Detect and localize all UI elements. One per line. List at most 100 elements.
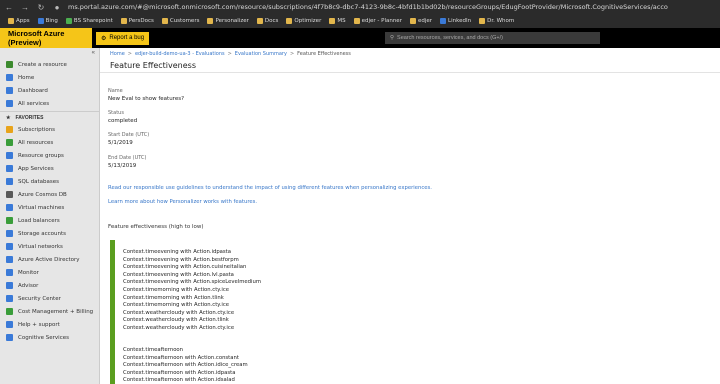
feature-item: Context.timeafternoon with Action.idpast… (123, 369, 236, 376)
list-icon (6, 100, 13, 107)
search-icon: ⚲ (390, 35, 395, 41)
collapse-sidebar-icon[interactable]: « (92, 50, 95, 56)
bookmark-label: MS (337, 18, 346, 24)
bookmark-item[interactable]: Dr. Whom (479, 18, 514, 24)
learn-more-link[interactable]: Learn more about how Personalizer works … (108, 199, 257, 205)
sidebar-item-label: Create a resource (18, 61, 67, 68)
sidebar-item-label: Azure Active Directory (18, 256, 80, 263)
back-icon[interactable]: ← (4, 3, 14, 12)
key-icon (6, 126, 13, 133)
folder-icon (120, 18, 127, 24)
bookmark-item[interactable]: LinkedIn (440, 18, 471, 24)
start-date-label: Start Date (UTC) (108, 132, 150, 138)
address-bar[interactable]: ms.portal.azure.com/#@microsoft.onmicros… (68, 3, 668, 11)
breadcrumb: Home > edjer-build-demo-ua-3 - Evaluations… (110, 51, 351, 57)
bookmark-item[interactable]: PersDocs (120, 18, 154, 24)
sidebar-item-advisor[interactable]: Advisor (0, 279, 99, 292)
name-label: Name (108, 88, 123, 94)
bookmark-item[interactable]: Docs (256, 18, 278, 24)
effectiveness-label: Feature effectiveness (high to low) (108, 224, 204, 230)
bookmark-item[interactable]: edjer (409, 18, 433, 24)
sidebar-item-label: Cognitive Services (18, 334, 69, 341)
azure-header: Microsoft Azure (Preview) ⚙ Report a bug… (0, 28, 720, 48)
folder-icon (161, 18, 168, 24)
sidebar-item-home[interactable]: Home (0, 71, 99, 84)
status-value: completed (108, 118, 138, 124)
search-input[interactable]: ⚲ Search resources, services, and docs (… (385, 32, 600, 44)
sidebar-item-azure-active-directory[interactable]: Azure Active Directory (0, 253, 99, 266)
forward-icon[interactable]: → (20, 3, 30, 12)
sidebar-item-label: Cost Management + Billing (18, 308, 94, 315)
breadcrumb-item[interactable]: Evaluation Summary (235, 51, 287, 57)
home-icon (6, 74, 13, 81)
bookmark-label: edjer - Planner (361, 18, 402, 24)
dashboard-icon (6, 87, 13, 94)
report-bug-button[interactable]: ⚙ Report a bug (96, 31, 150, 45)
bing-icon (37, 18, 44, 24)
bookmark-item[interactable]: Optimizer (286, 18, 321, 24)
sidebar-item-resource-groups[interactable]: Resource groups (0, 149, 99, 162)
sidebar-item-sql-databases[interactable]: SQL databases (0, 175, 99, 188)
start-date-value: 5/1/2019 (108, 140, 133, 146)
feature-item: Context.timeafternoon with Action.idice_… (123, 362, 248, 369)
sidebar-item-virtual-machines[interactable]: Virtual machines (0, 201, 99, 214)
bookmark-item[interactable]: Bing (37, 18, 58, 24)
bookmark-label: Personalizer (215, 18, 249, 24)
cube-icon (6, 152, 13, 159)
report-bug-label: Report a bug (109, 35, 145, 41)
bookmark-item[interactable]: BS Sharepoint (65, 18, 113, 24)
sidebar-item-create-a-resource[interactable]: Create a resource (0, 58, 99, 71)
feature-item: Context.timeevening with Action.lvl.past… (123, 271, 234, 278)
sidebar-item-all-services[interactable]: All services (0, 97, 99, 110)
sidebar-item-all-resources[interactable]: All resources (0, 136, 99, 149)
folder-icon (286, 18, 293, 24)
bookmark-label: Customers (169, 18, 200, 24)
sidebar-item-app-services[interactable]: App Services (0, 162, 99, 175)
sidebar-item-dashboard[interactable]: Dashboard (0, 84, 99, 97)
bookmark-item[interactable]: Apps (8, 18, 30, 24)
bookmark-label: Dr. Whom (487, 18, 515, 24)
star-icon: ★ (6, 115, 11, 121)
sidebar-item-cost-management-billing[interactable]: Cost Management + Billing (0, 305, 99, 318)
sidebar-item-label: Virtual networks (18, 243, 63, 250)
linkedin-icon (440, 18, 447, 24)
folder-icon (207, 18, 214, 24)
azure-brand[interactable]: Microsoft Azure (Preview) (0, 28, 92, 48)
sidebar-item-azure-cosmos-db[interactable]: Azure Cosmos DB (0, 188, 99, 201)
bookmark-label: edjer (417, 18, 433, 24)
bookmark-item[interactable]: edjer - Planner (353, 18, 402, 24)
sidebar-item-help-support[interactable]: Help + support (0, 318, 99, 331)
reload-icon[interactable]: ↻ (36, 3, 46, 12)
sidebar-item-subscriptions[interactable]: Subscriptions (0, 123, 99, 136)
bookmark-label: LinkedIn (448, 18, 472, 24)
end-date-label: End Date (UTC) (108, 155, 147, 161)
sidebar-item-storage-accounts[interactable]: Storage accounts (0, 227, 99, 240)
sidebar-item-label: All services (18, 100, 50, 107)
sidebar-item-label: Storage accounts (18, 230, 67, 237)
breadcrumb-item[interactable]: edjer-build-demo-ua-3 - Evaluations (135, 51, 225, 57)
effectiveness-bar-mid (110, 342, 115, 384)
sidebar-item-cognitive-services[interactable]: Cognitive Services (0, 331, 99, 344)
sidebar-item-virtual-networks[interactable]: Virtual networks (0, 240, 99, 253)
bookmarks-bar: Apps Bing BS Sharepoint PersDocs Customers Pe… (0, 14, 720, 28)
bookmark-item[interactable]: Customers (161, 18, 200, 24)
brain-icon (6, 334, 13, 341)
diamond-icon (6, 256, 13, 263)
sidebar-item-label: Subscriptions (18, 126, 56, 133)
page-title: Feature Effectiveness (110, 61, 197, 70)
apps-icon (8, 18, 14, 24)
network-icon (6, 243, 13, 250)
address-row: ← → ↻ ● ms.portal.azure.com/#@microsoft.… (0, 0, 720, 14)
breadcrumb-separator: > (127, 51, 132, 57)
bookmark-item[interactable]: Personalizer (207, 18, 249, 24)
bookmark-item[interactable]: MS (329, 18, 346, 24)
breadcrumb-item[interactable]: Home (110, 51, 125, 57)
sidebar-item-load-balancers[interactable]: Load balancers (0, 214, 99, 227)
sidebar-divider (0, 111, 99, 112)
cost-icon (6, 308, 13, 315)
sidebar-item-label: Security Center (18, 295, 61, 302)
sidebar-item-label: Dashboard (18, 87, 48, 94)
responsible-use-link[interactable]: Read our responsible use guidelines to u… (108, 185, 432, 191)
sidebar-item-monitor[interactable]: Monitor (0, 266, 99, 279)
sidebar-item-security-center[interactable]: Security Center (0, 292, 99, 305)
